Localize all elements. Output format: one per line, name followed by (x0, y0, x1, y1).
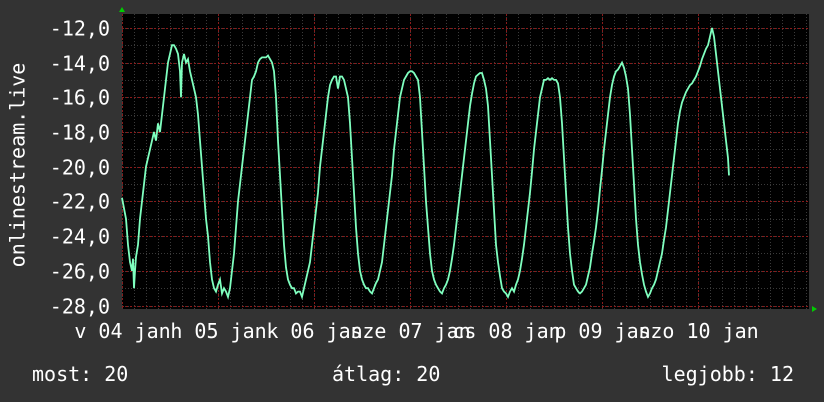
y-axis-label: onlinestream.live (6, 63, 30, 268)
x-tick-label: szo 10 jan (638, 319, 758, 343)
x-tick-label: v 04 jan (74, 319, 170, 343)
x-axis-arrow-icon (812, 306, 817, 312)
y-axis-arrow-icon (119, 7, 125, 12)
y-tick-label: -18,0 (50, 121, 110, 145)
y-tick-label: -12,0 (50, 17, 110, 41)
chart: -12,0 -14,0 -16,0 -18,0 -20,0 -22,0 -24,0 -26,0… (6, 7, 817, 343)
x-tick-label: h 05 jan (170, 319, 266, 343)
stats-bar: most: 20 átlag: 20 legjobb: 12 (0, 362, 824, 390)
y-tick-label: -24,0 (50, 225, 110, 249)
y-tick-label: -20,0 (50, 156, 110, 180)
y-tick-label: -26,0 (50, 260, 110, 284)
x-tick-label: cs 08 jan (452, 319, 560, 343)
x-tick-labels: v 04 jan h 05 jan k 06 jansze 07 jancs 08 … (74, 319, 758, 343)
stat-average: átlag: 20 (332, 362, 441, 386)
y-tick-label: -28,0 (50, 295, 110, 319)
x-tick-label: p 09 jan (554, 319, 650, 343)
plot-area (122, 14, 809, 309)
x-tick-label: k 06 jan (266, 319, 362, 343)
y-tick-labels: -12,0 -14,0 -16,0 -18,0 -20,0 -22,0 -24,0 -26,0… (50, 17, 110, 319)
y-tick-label: -14,0 (50, 52, 110, 76)
y-tick-label: -22,0 (50, 190, 110, 214)
stat-current: most: 20 (32, 362, 129, 386)
y-tick-label: -16,0 (50, 86, 110, 110)
stat-best: legjobb: 12 (661, 362, 794, 386)
